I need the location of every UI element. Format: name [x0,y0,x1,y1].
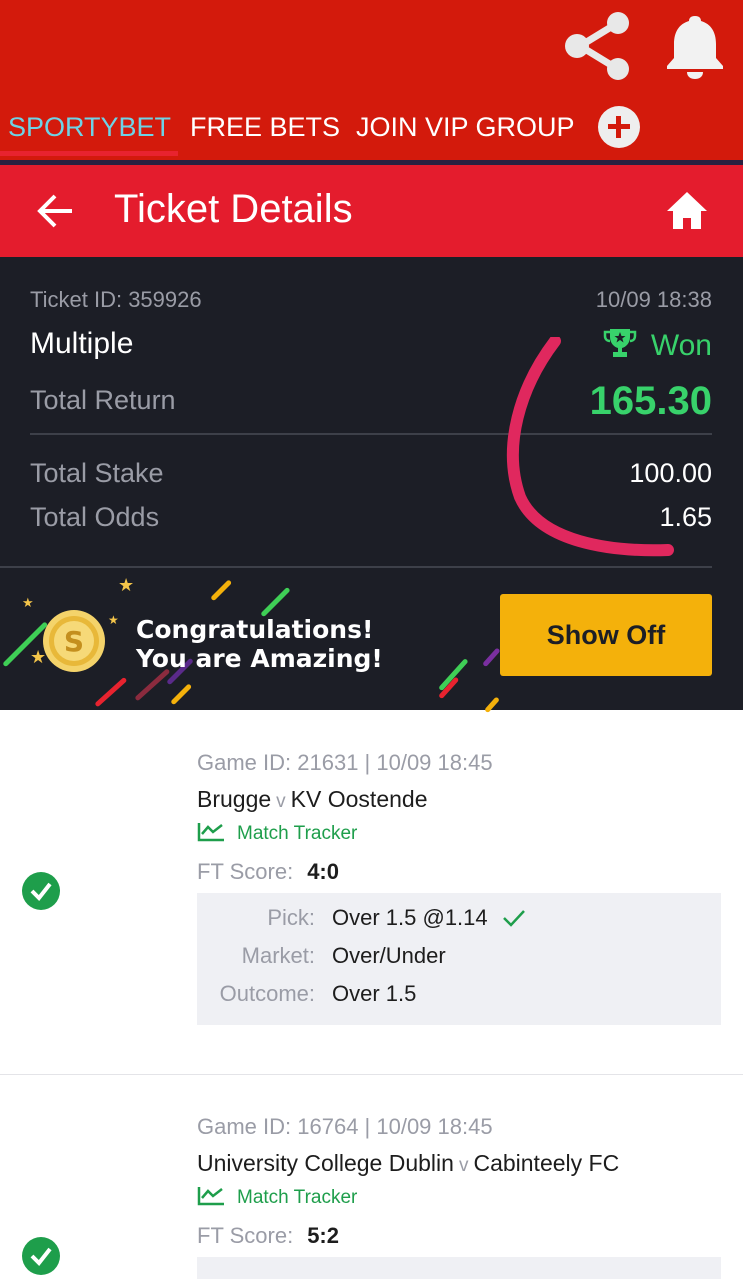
congrats-line-1: Congratulations! [136,615,374,644]
selection-item[interactable]: Game ID: 16764 | 10/09 18:45 University … [0,1075,743,1279]
market-value: Over/Under [332,943,446,968]
won-check-icon [22,872,60,910]
ticket-type: Multiple [30,327,134,360]
market-row: Market: Over/Under [197,943,721,981]
decor-streak [210,579,233,602]
total-odds-value: 1.65 [659,502,712,532]
tab-join-vip-group[interactable]: JOIN VIP GROUP [356,112,575,143]
ft-score-row: FT Score: 4:0 [197,859,721,885]
decor-streak [170,683,193,706]
pick-value: Over 1.5 @1.14 [332,905,526,931]
game-info: Game ID: 21631 | 10/09 18:45 [197,750,493,775]
total-odds-label: Total Odds [30,502,160,532]
outcome-row: Outcome: Over 1.5 [197,981,721,1011]
selection-details: Pick: Over 1.5 @1.14 Market: Over/Under … [197,893,721,1025]
versus-label: v [276,791,286,812]
banner-divider [0,566,712,568]
outcome-label: Outcome: [219,981,315,1006]
add-tab-button[interactable] [598,106,640,148]
decor-streak [134,668,171,702]
app-root: SPORTYBET FREE BETS JOIN VIP GROUP Ticke… [0,0,743,1279]
show-off-button[interactable]: Show Off [500,594,712,676]
coin-icon: S [43,610,105,672]
tab-free-bets[interactable]: FREE BETS [190,112,340,143]
away-team: Cabinteely FC [473,1150,620,1176]
page-title: Ticket Details [114,187,353,231]
notification-bell-icon[interactable] [664,12,726,80]
active-tab-indicator [0,151,178,156]
home-icon[interactable] [664,189,710,233]
total-stake-value: 100.00 [629,458,712,488]
congrats-line-2: You are Amazing! [136,644,383,673]
pick-row: Pick: Over 1.5 @1.14 [197,905,721,943]
star-icon: ★ [118,575,135,595]
ft-score-row: FT Score: 5:2 [197,1223,721,1249]
versus-label: v [458,1155,469,1176]
ticket-id: Ticket ID: 359926 [30,287,202,312]
won-check-icon [22,1237,60,1275]
selection-details [197,1257,721,1279]
game-info: Game ID: 16764 | 10/09 18:45 [197,1114,493,1139]
match-tracker-link[interactable]: Match Tracker [197,1186,721,1209]
total-return-label: Total Return [30,385,176,415]
ticket-summary: Ticket ID: 359926 10/09 18:38 Multiple W… [0,257,743,714]
ticket-datetime: 10/09 18:38 [595,287,712,312]
trophy-icon [603,329,637,357]
ft-score-value: 4:0 [307,859,339,884]
won-label: Won [650,329,712,362]
home-team: Brugge [197,786,272,812]
top-app-bar: SPORTYBET FREE BETS JOIN VIP GROUP [0,0,743,160]
star-icon: ★ [108,613,119,627]
check-icon [502,910,525,927]
ft-score-value: 5:2 [307,1223,339,1248]
tab-bar: SPORTYBET FREE BETS JOIN VIP GROUP [0,104,743,156]
match-teams: University College Dublin v Cabinteely FC [197,1150,721,1177]
market-label: Market: [241,943,315,968]
away-team: KV Oostende [290,786,428,812]
ticket-status: Won [603,327,712,363]
selection-item[interactable]: Game ID: 21631 | 10/09 18:45 Brugge v KV O… [0,710,743,1074]
chart-icon [197,823,224,842]
summary-divider [30,433,712,435]
ft-score-label: FT Score: [197,859,294,884]
share-icon[interactable] [560,10,632,82]
outcome-value: Over 1.5 [332,981,417,1006]
page-header: Ticket Details [0,165,743,257]
decor-streak [94,676,128,708]
decor-streak [260,586,291,618]
star-icon: ★ [22,595,34,610]
tab-sportybet[interactable]: SPORTYBET [8,112,171,143]
ft-score-label: FT Score: [197,1223,294,1248]
chart-icon [197,1187,224,1206]
pick-text: Over 1.5 @1.14 [332,905,488,930]
home-team: University College Dublin [197,1150,454,1176]
svg-text:S: S [64,625,84,658]
decor-streak [482,647,501,668]
congrats-text: Congratulations! You are Amazing! [136,615,383,673]
match-tracker-link[interactable]: Match Tracker [197,822,721,845]
match-teams: Brugge v KV Oostende [197,786,721,813]
pick-label: Pick: [267,905,315,930]
match-tracker-label: Match Tracker [237,823,358,844]
total-stake-label: Total Stake [30,458,164,488]
match-tracker-label: Match Tracker [237,1187,358,1208]
total-return-value: 165.30 [589,379,712,423]
back-arrow-icon[interactable] [36,191,76,231]
